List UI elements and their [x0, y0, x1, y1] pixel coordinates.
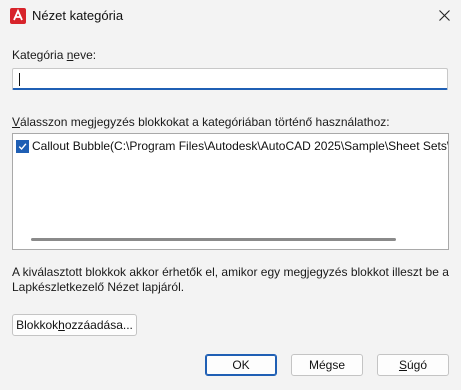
close-icon: [438, 9, 450, 21]
close-button[interactable]: [432, 4, 456, 26]
title-bar: Nézet kategória: [0, 0, 461, 31]
checkmark-icon: [18, 142, 27, 150]
horizontal-scrollbar[interactable]: [31, 238, 396, 241]
cancel-button[interactable]: Mégse: [291, 354, 363, 376]
window-title: Nézet kategória: [32, 8, 124, 23]
category-name-label: Kategória neve:: [12, 48, 97, 62]
ok-button[interactable]: OK: [205, 354, 277, 376]
add-blocks-button[interactable]: Blokkok h ozzáadása...: [12, 314, 137, 336]
blocks-list-label: Válasszon megjegyzés blokkokat a kategór…: [12, 115, 390, 129]
list-item-label: Callout Bubble(C:\Program Files\Autodesk…: [32, 139, 448, 153]
autocad-app-icon: [10, 8, 26, 24]
blocks-list[interactable]: Callout Bubble(C:\Program Files\Autodesk…: [12, 133, 449, 250]
list-item[interactable]: Callout Bubble(C:\Program Files\Autodesk…: [16, 137, 448, 155]
info-text: A kiválasztott blokkok akkor érhetők el,…: [12, 265, 449, 294]
help-button[interactable]: Súgó: [377, 354, 449, 376]
text-caret: [19, 73, 20, 86]
view-category-dialog: Nézet kategória Kategória neve: Válasszo…: [0, 0, 461, 390]
checkbox-checked[interactable]: [16, 139, 29, 153]
category-name-input[interactable]: [12, 68, 448, 90]
